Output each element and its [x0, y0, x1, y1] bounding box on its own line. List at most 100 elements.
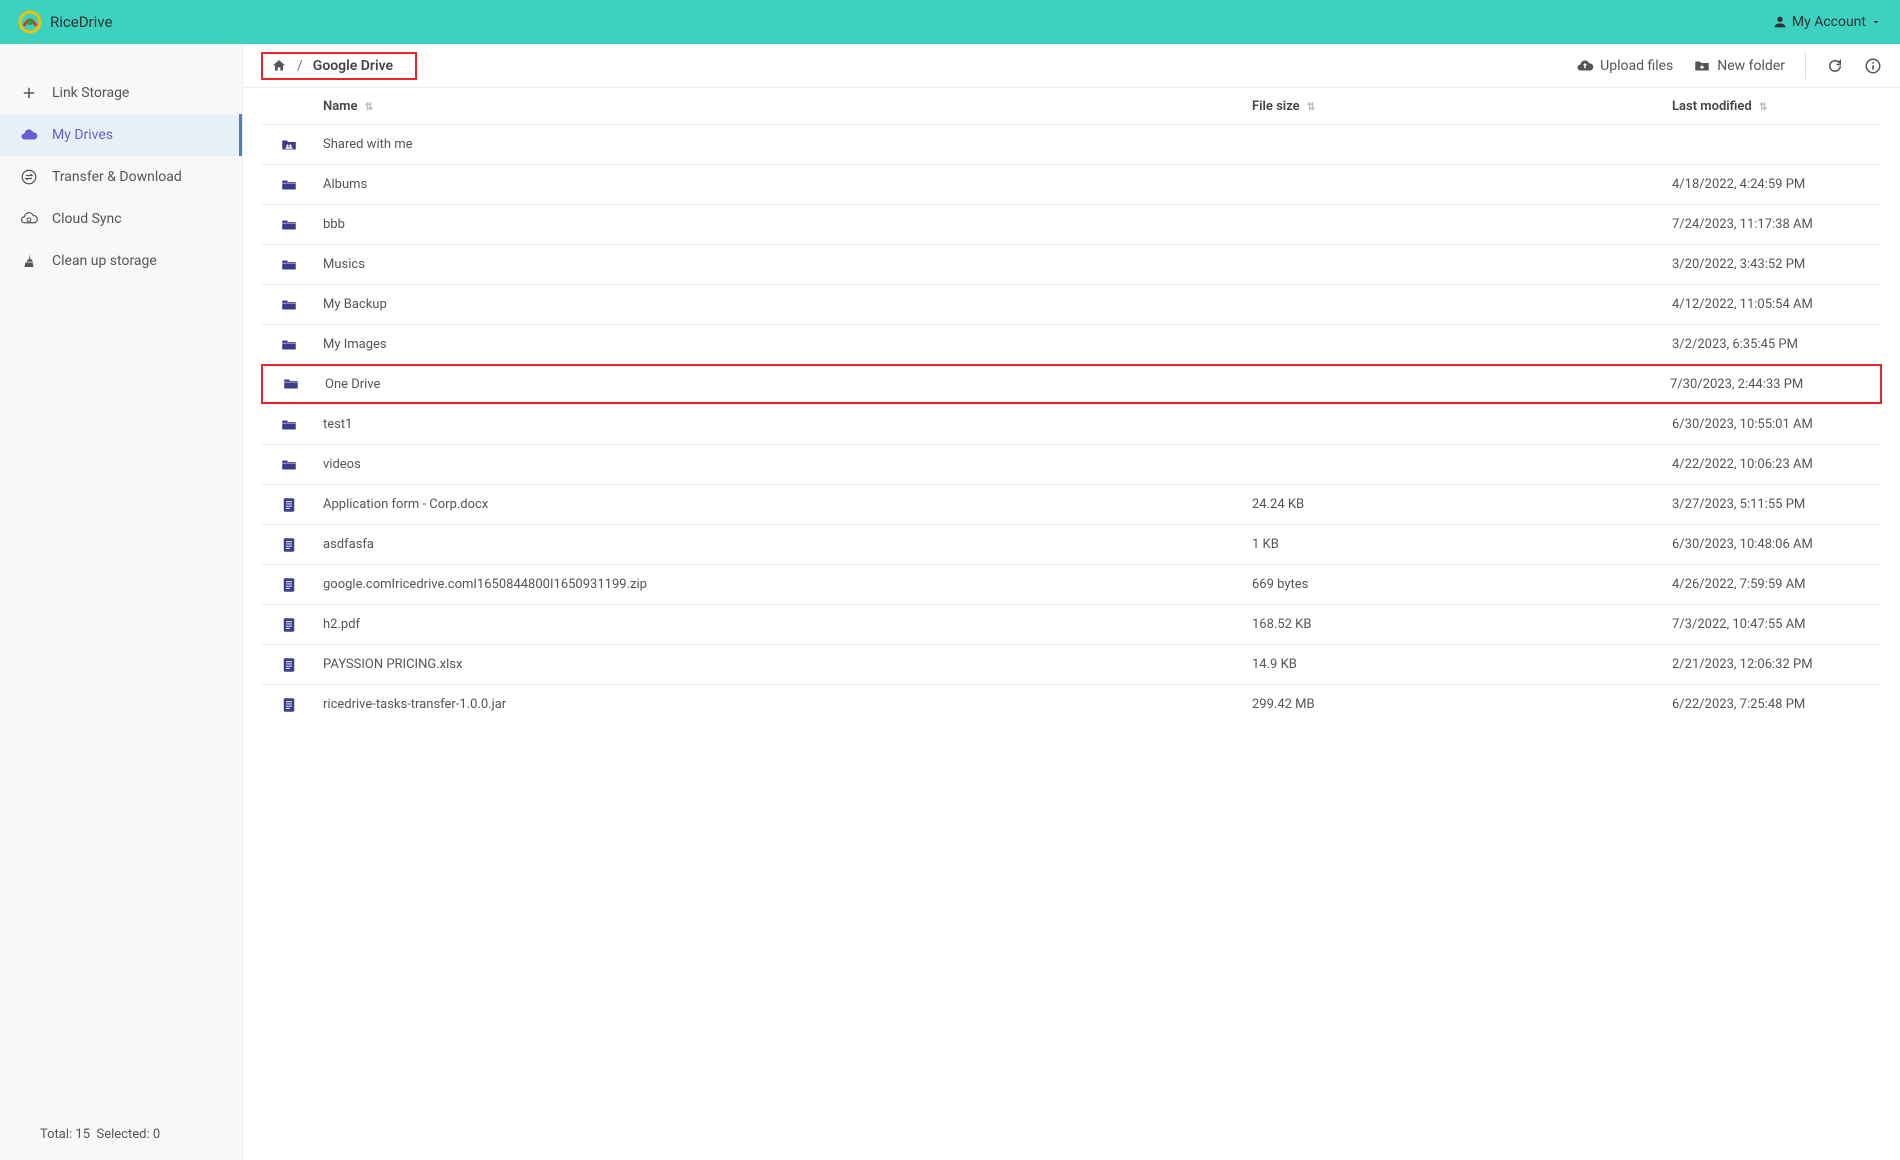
- row-name: PAYSSION PRICING.xlsx: [323, 657, 462, 672]
- sidebar-item-my-drives[interactable]: My Drives: [0, 114, 242, 156]
- row-date: 4/26/2022, 7:59:59 AM: [1672, 577, 1806, 592]
- broom-icon: [20, 252, 38, 270]
- row-name: h2.pdf: [323, 617, 360, 632]
- file-icon: [261, 576, 317, 594]
- file-icon: [261, 696, 317, 714]
- table-row[interactable]: My Backup 4/12/2022, 11:05:54 AM: [261, 284, 1882, 324]
- folder-icon: [261, 256, 317, 274]
- home-icon: [271, 58, 287, 74]
- row-size: 1 KB: [1252, 537, 1279, 552]
- sidebar-item-label: My Drives: [52, 127, 113, 143]
- new-folder-label: New folder: [1717, 58, 1785, 74]
- toolbar-right: Upload files New folder: [1576, 53, 1882, 79]
- breadcrumb-current: Google Drive: [313, 58, 393, 74]
- table-row[interactable]: Albums4/18/2022, 4:24:59 PM: [261, 164, 1882, 204]
- table-row[interactable]: google.comIricedrive.comI1650844800I1650…: [261, 564, 1882, 604]
- sidebar-item-cloud-sync[interactable]: Cloud Sync: [0, 198, 242, 240]
- table-row[interactable]: bbb 7/24/2023, 11:17:38 AM: [261, 204, 1882, 244]
- refresh-button[interactable]: [1826, 57, 1844, 75]
- footer-selected-label: Selected:: [97, 1127, 150, 1142]
- row-date: 4/18/2022, 4:24:59 PM: [1672, 177, 1805, 192]
- col-header-size[interactable]: File size ⇅: [1252, 99, 1672, 114]
- table-row[interactable]: PAYSSION PRICING.xlsx 14.9 KB 2/21/2023, 1…: [261, 644, 1882, 684]
- upload-label: Upload files: [1600, 58, 1673, 74]
- table-row[interactable]: videos 4/22/2022, 10:06:23 AM: [261, 444, 1882, 484]
- file-icon: [261, 536, 317, 554]
- footer-total-value: 15: [75, 1127, 90, 1142]
- folder-icon: [261, 336, 317, 354]
- sidebar-item-transfer-download[interactable]: Transfer & Download: [0, 156, 242, 198]
- footer-selected-value: 0: [153, 1127, 160, 1142]
- col-header-name-label: Name: [323, 99, 357, 114]
- row-name: videos: [323, 457, 361, 472]
- table-row[interactable]: Shared with me: [261, 124, 1882, 164]
- toolbar: / Google Drive Upload files New folder: [243, 44, 1900, 88]
- shared-folder-icon: [261, 136, 317, 154]
- info-button[interactable]: [1864, 57, 1882, 75]
- col-header-size-label: File size: [1252, 99, 1300, 114]
- table-row[interactable]: One Drive7/30/2023, 2:44:33 PM: [261, 364, 1882, 404]
- plus-icon: [20, 84, 38, 102]
- row-date: 3/27/2023, 5:11:55 PM: [1672, 497, 1805, 512]
- folder-icon: [261, 456, 317, 474]
- table-row[interactable]: Application form - Corp.docx24.24 KB3/27…: [261, 484, 1882, 524]
- row-name: test1: [323, 417, 352, 432]
- row-date: 2/21/2023, 12:06:32 PM: [1672, 657, 1813, 672]
- row-date: 6/22/2023, 7:25:48 PM: [1672, 697, 1805, 712]
- row-date: 7/24/2023, 11:17:38 AM: [1672, 217, 1813, 232]
- account-menu[interactable]: My Account: [1772, 14, 1882, 30]
- breadcrumb-sep: /: [297, 58, 303, 74]
- table-row[interactable]: My Images 3/2/2023, 6:35:45 PM: [261, 324, 1882, 364]
- folder-icon: [261, 296, 317, 314]
- table-row[interactable]: Musics3/20/2022, 3:43:52 PM: [261, 244, 1882, 284]
- sort-icon: ⇅: [365, 102, 373, 113]
- table-row[interactable]: h2.pdf168.52 KB7/3/2022, 10:47:55 AM: [261, 604, 1882, 644]
- row-date: 7/30/2023, 2:44:33 PM: [1670, 377, 1803, 392]
- col-header-name[interactable]: Name ⇅: [317, 99, 1252, 114]
- footer-total-label: Total:: [40, 1127, 72, 1142]
- row-date: 4/12/2022, 11:05:54 AM: [1672, 297, 1813, 312]
- folder-icon: [261, 176, 317, 194]
- sidebar-item-clean-up[interactable]: Clean up storage: [0, 240, 242, 282]
- table-row[interactable]: asdfasfa1 KB6/30/2023, 10:48:06 AM: [261, 524, 1882, 564]
- sort-icon: ⇅: [1307, 102, 1315, 113]
- refresh-icon: [1826, 57, 1844, 75]
- row-name: My Backup: [323, 297, 387, 312]
- sidebar-item-label: Transfer & Download: [52, 169, 182, 185]
- table-header: Name ⇅ File size ⇅ Last modified ⇅: [261, 88, 1882, 124]
- row-size: 168.52 KB: [1252, 617, 1311, 632]
- brand: RiceDrive: [18, 10, 112, 34]
- cloud-sync-icon: [20, 210, 38, 228]
- top-bar: RiceDrive My Account: [0, 0, 1900, 44]
- col-header-date[interactable]: Last modified ⇅: [1672, 99, 1882, 114]
- person-icon: [1772, 14, 1788, 30]
- row-name: Shared with me: [323, 137, 413, 152]
- sidebar-item-link-storage[interactable]: Link Storage: [0, 72, 242, 114]
- breadcrumb[interactable]: / Google Drive: [261, 52, 417, 80]
- col-header-date-label: Last modified: [1672, 99, 1752, 114]
- folder-icon: [261, 216, 317, 234]
- row-name: My Images: [323, 337, 387, 352]
- new-folder-button[interactable]: New folder: [1693, 57, 1785, 75]
- table-row[interactable]: test16/30/2023, 10:55:01 AM: [261, 404, 1882, 444]
- table-row[interactable]: ricedrive-tasks-transfer-1.0.0.jar299.42…: [261, 684, 1882, 724]
- cloud-icon: [20, 126, 38, 144]
- toolbar-divider: [1805, 53, 1806, 79]
- brand-name: RiceDrive: [50, 13, 112, 31]
- file-table: Name ⇅ File size ⇅ Last modified ⇅ Share…: [243, 88, 1900, 1160]
- row-size: 14.9 KB: [1252, 657, 1297, 672]
- row-name: bbb: [323, 217, 345, 232]
- transfer-icon: [20, 168, 38, 186]
- info-icon: [1864, 57, 1882, 75]
- file-icon: [261, 656, 317, 674]
- row-date: 4/22/2022, 10:06:23 AM: [1672, 457, 1813, 472]
- row-name: Application form - Corp.docx: [323, 497, 488, 512]
- chevron-down-icon: [1870, 16, 1882, 28]
- row-date: 6/30/2023, 10:48:06 AM: [1672, 537, 1813, 552]
- upload-files-button[interactable]: Upload files: [1576, 57, 1673, 75]
- cloud-upload-icon: [1576, 57, 1594, 75]
- sidebar-item-label: Link Storage: [52, 85, 129, 101]
- row-date: 3/2/2023, 6:35:45 PM: [1672, 337, 1798, 352]
- sidebar-item-label: Clean up storage: [52, 253, 157, 269]
- row-size: 669 bytes: [1252, 577, 1308, 592]
